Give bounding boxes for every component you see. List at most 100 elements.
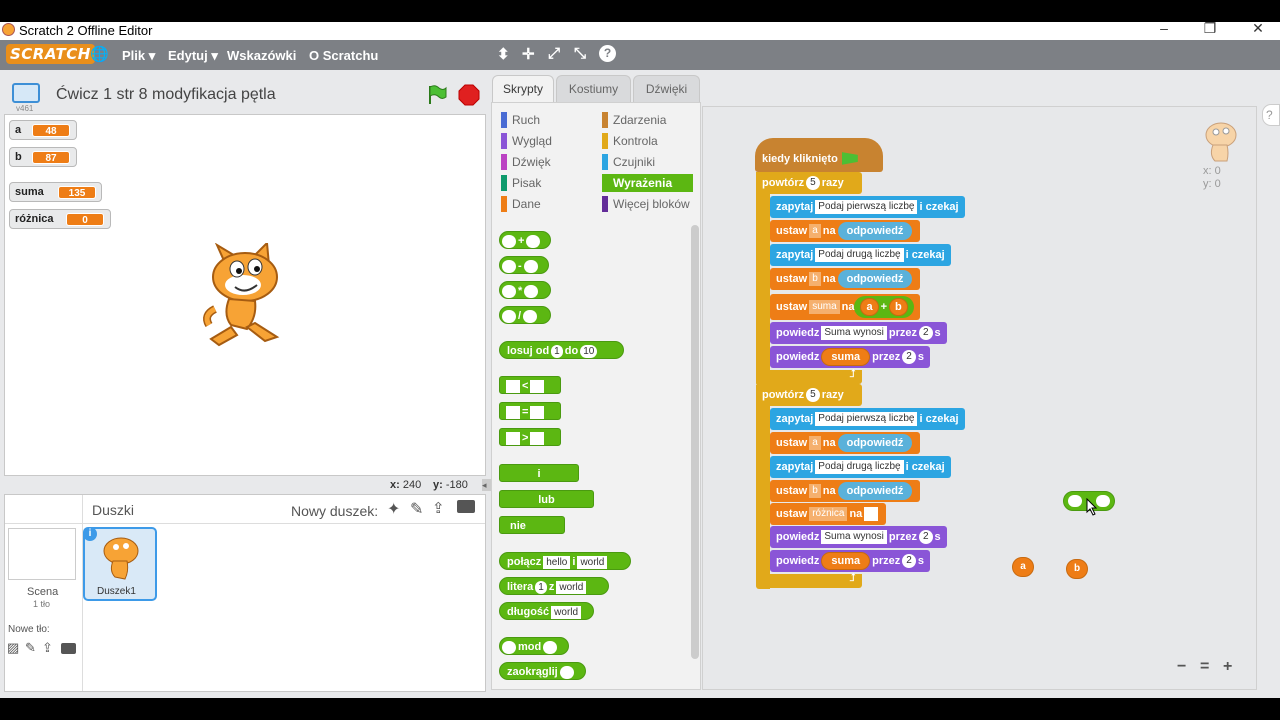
category-sensing[interactable]: Czujniki xyxy=(602,153,655,171)
block-greater-than[interactable]: > xyxy=(499,428,561,446)
menu-about[interactable]: O Scratchu xyxy=(309,48,378,63)
block-not[interactable]: nie xyxy=(499,516,565,534)
category-motion[interactable]: Ruch xyxy=(501,111,540,129)
say-text-block-2[interactable]: powiedz Suma wynosi przez 2 s xyxy=(770,526,947,548)
block-mod[interactable]: mod xyxy=(499,637,569,655)
new-sprite-label: Nowy duszek: xyxy=(291,503,379,519)
minimize-button[interactable]: – xyxy=(1154,20,1174,36)
repeat-1-arm xyxy=(756,172,770,386)
loose-var-b-block[interactable]: b xyxy=(1066,559,1088,579)
mouse-y-label: y: -180 xyxy=(433,479,468,491)
variable-monitor-b[interactable]: b 87 xyxy=(9,147,77,167)
duplicate-icon[interactable]: ⬍ xyxy=(497,45,510,63)
shrink-icon[interactable]: ⤡ xyxy=(574,45,586,62)
block-palette: Ruch Wygląd Dźwięk Pisak Dane Zdarzenia … xyxy=(491,102,701,690)
stage-thumbnail[interactable] xyxy=(8,528,76,580)
fullscreen-icon[interactable] xyxy=(12,83,40,103)
tab-costumes[interactable]: Kostiumy xyxy=(556,75,631,102)
close-button[interactable]: ✕ xyxy=(1248,20,1268,37)
repeat-2-block[interactable]: powtórz 5 razy xyxy=(756,384,862,406)
camera-backdrop-icon[interactable] xyxy=(61,643,76,654)
category-looks[interactable]: Wygląd xyxy=(501,132,552,150)
block-equals[interactable]: = xyxy=(499,402,561,420)
set-a-block-1[interactable]: ustaw a na odpowiedź xyxy=(770,220,921,242)
set-a-block-2[interactable]: ustaw a na odpowiedź xyxy=(770,432,921,454)
help-icon[interactable]: ? xyxy=(599,45,616,62)
ask-second-block-1[interactable]: zapytaj Podaj drugą liczbę i czekaj xyxy=(770,244,951,266)
tab-sounds[interactable]: Dźwięki xyxy=(633,75,700,102)
say-text-block-1[interactable]: powiedz Suma wynosi przez 2 s xyxy=(770,322,947,344)
zoom-out-icon[interactable]: − xyxy=(1177,658,1186,676)
palette-scrollbar[interactable] xyxy=(691,225,699,659)
variable-monitor-suma[interactable]: suma 135 xyxy=(9,182,102,202)
menu-tips[interactable]: Wskazówki xyxy=(227,48,296,63)
block-join[interactable]: połącz hello i world xyxy=(499,552,631,570)
repeat-1-block[interactable]: powtórz 5 razy xyxy=(756,172,862,194)
scratch-logo[interactable]: SCRATCH xyxy=(6,44,95,64)
block-length[interactable]: długość world xyxy=(499,602,594,620)
paint-sprite-icon[interactable]: ✎ xyxy=(410,499,423,519)
camera-sprite-icon[interactable] xyxy=(457,500,475,513)
say-suma-block[interactable]: powiedz suma przez 2 s xyxy=(770,346,930,368)
say-suma-block-2[interactable]: powiedz suma przez 2 s xyxy=(770,550,930,572)
menu-file[interactable]: Plik ▾ xyxy=(122,48,155,64)
zoom-in-icon[interactable]: + xyxy=(1223,658,1232,676)
paint-backdrop-icon[interactable]: ✎ xyxy=(25,640,36,656)
sprite-library-icon[interactable]: ✦ xyxy=(387,499,400,519)
zoom-reset-icon[interactable]: = xyxy=(1200,658,1209,676)
sprite-info-icon[interactable]: i xyxy=(83,527,97,541)
block-letter-of[interactable]: litera 1 z world xyxy=(499,577,609,595)
green-flag-icon[interactable] xyxy=(425,83,447,105)
scratch-cat-icon xyxy=(2,23,15,36)
set-roznica-block[interactable]: ustaw różnica na xyxy=(770,503,887,525)
collapse-arrow-icon[interactable]: ◂ xyxy=(482,479,491,491)
category-pen[interactable]: Pisak xyxy=(501,174,541,192)
variable-monitor-roznica[interactable]: różnica 0 xyxy=(9,209,111,229)
set-b-block-1[interactable]: ustaw b na odpowiedź xyxy=(770,268,921,290)
ask-second-block-2[interactable]: zapytaj Podaj drugą liczbę i czekaj xyxy=(770,456,951,478)
loop-arrow-icon: ⮥ xyxy=(849,368,857,380)
block-random[interactable]: losuj od 1 do 10 xyxy=(499,341,624,359)
set-suma-block[interactable]: ustaw suma na a + b xyxy=(770,294,920,320)
category-events[interactable]: Zdarzenia xyxy=(602,111,666,129)
ask-first-block-1[interactable]: zapytaj Podaj pierwszą liczbę i czekaj xyxy=(770,196,965,218)
set-b-block-2[interactable]: ustaw b na odpowiedź xyxy=(770,480,921,502)
grow-icon[interactable]: ⤢ xyxy=(548,45,560,62)
block-round[interactable]: zaokrąglij xyxy=(499,662,586,680)
mouse-cursor-icon xyxy=(1086,498,1098,516)
globe-icon[interactable]: 🌐 xyxy=(90,45,109,63)
restore-button[interactable]: ❐ xyxy=(1200,20,1220,37)
category-operators[interactable]: Wyrażenia xyxy=(602,174,693,192)
help-tips-icon[interactable]: ? xyxy=(1262,104,1280,126)
upload-sprite-icon[interactable]: ⇪ xyxy=(432,499,445,517)
stop-icon[interactable] xyxy=(458,84,480,106)
block-and[interactable]: i xyxy=(499,464,579,482)
block-multiply[interactable]: * xyxy=(499,281,551,299)
loop-arrow-icon-2: ⮥ xyxy=(849,572,857,584)
stage-backdrops-count: 1 tło xyxy=(33,599,51,609)
loose-var-a-block[interactable]: a xyxy=(1012,557,1034,577)
tab-scripts[interactable]: Skrypty xyxy=(492,75,554,104)
ask-first-block-2[interactable]: zapytaj Podaj pierwszą liczbę i czekaj xyxy=(770,408,965,430)
menu-edit[interactable]: Edytuj ▾ xyxy=(168,48,218,64)
cut-icon[interactable]: ✛ xyxy=(522,45,535,63)
variable-monitor-a[interactable]: a 48 xyxy=(9,120,77,140)
category-sound[interactable]: Dźwięk xyxy=(501,153,551,171)
window-titlebar: Scratch 2 Offline Editor – ❐ ✕ xyxy=(0,20,1280,40)
block-divide[interactable]: / xyxy=(499,306,551,324)
scratch-cat-sprite[interactable] xyxy=(195,243,295,349)
block-subtract[interactable]: - xyxy=(499,256,549,274)
project-title[interactable]: Ćwicz 1 str 8 modyfikacja pętla xyxy=(56,86,276,104)
category-data[interactable]: Dane xyxy=(501,195,541,213)
stage[interactable]: a 48 b 87 suma 135 różnica 0 xyxy=(4,114,486,476)
upload-backdrop-icon[interactable]: ⇪ xyxy=(42,640,53,656)
window-title: Scratch 2 Offline Editor xyxy=(19,23,153,38)
category-more-blocks[interactable]: Więcej bloków xyxy=(602,195,690,213)
category-control[interactable]: Kontrola xyxy=(602,132,658,150)
block-less-than[interactable]: < xyxy=(499,376,561,394)
repeat-2-arm xyxy=(756,385,770,589)
block-or[interactable]: lub xyxy=(499,490,594,508)
backdrop-library-icon[interactable]: ▨ xyxy=(7,640,19,656)
when-flag-clicked-block[interactable]: kiedy kliknięto xyxy=(756,148,864,170)
block-add[interactable]: + xyxy=(499,231,551,249)
